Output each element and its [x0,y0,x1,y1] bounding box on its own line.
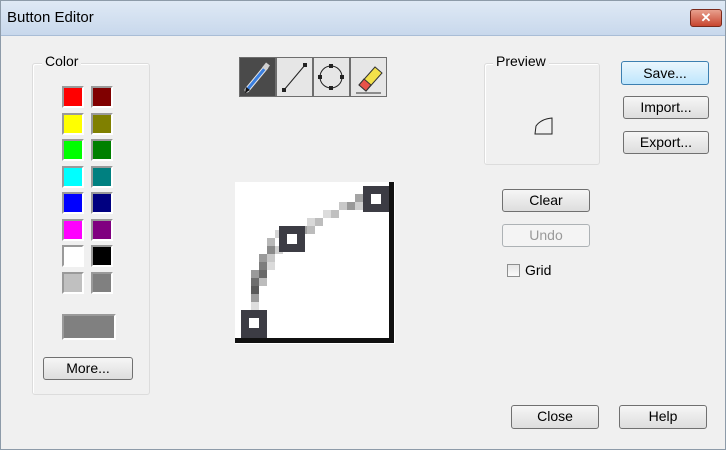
more-colors-label: More... [66,360,110,376]
title-bar: Button Editor ✕ [1,1,725,36]
color-swatch[interactable] [62,165,84,188]
color-swatch[interactable] [91,112,113,135]
window-close-button[interactable]: ✕ [690,9,722,27]
close-button[interactable]: Close [511,405,599,429]
color-swatch[interactable] [91,86,113,108]
color-swatch[interactable] [62,86,84,108]
import-button[interactable]: Import... [623,96,709,119]
export-button[interactable]: Export... [623,131,709,154]
current-color-swatch [62,314,116,340]
color-swatch[interactable] [62,139,84,161]
undo-button-label: Undo [529,227,563,243]
more-colors-button[interactable]: More... [43,357,133,380]
color-swatch[interactable] [62,218,84,241]
preview-group-label: Preview [493,53,549,69]
pixel-edit-canvas[interactable] [235,182,395,344]
save-button[interactable]: Save... [621,61,709,85]
close-icon: ✕ [700,10,712,25]
undo-button[interactable]: Undo [502,224,590,247]
pencil-tool-icon [244,62,270,93]
export-button-label: Export... [639,134,693,150]
color-swatch[interactable] [91,192,113,214]
color-swatch[interactable] [62,271,84,294]
color-swatch[interactable] [91,218,113,241]
clear-button[interactable]: Clear [502,189,590,212]
color-swatch[interactable] [91,165,113,188]
color-swatch[interactable] [91,245,113,267]
line-tool-icon [282,63,307,92]
color-group-label: Color [42,53,82,69]
line-tool-button[interactable] [276,57,313,97]
window-title: Button Editor [7,9,94,26]
help-button-label: Help [648,408,678,424]
ellipse-tool-button[interactable] [313,57,350,97]
preview-glyph-icon [534,117,553,135]
color-swatch[interactable] [91,139,113,161]
ellipse-tool-icon [318,64,344,90]
pencil-tool-button[interactable] [239,57,276,97]
button-editor-window: Button Editor ✕ Color More... Preview Sa… [0,0,726,450]
import-button-label: Import... [640,99,692,115]
save-button-label: Save... [643,65,687,81]
grid-checkbox-label[interactable]: Grid [525,262,551,278]
color-swatch[interactable] [62,245,84,267]
grid-checkbox[interactable] [507,264,520,277]
clear-button-label: Clear [529,192,563,208]
close-button-label: Close [537,408,573,424]
eraser-tool-button[interactable] [350,57,387,97]
color-swatch[interactable] [62,192,84,214]
color-swatch[interactable] [91,271,113,294]
help-button[interactable]: Help [619,405,707,429]
color-swatch[interactable] [62,112,84,135]
eraser-tool-icon [356,66,383,94]
